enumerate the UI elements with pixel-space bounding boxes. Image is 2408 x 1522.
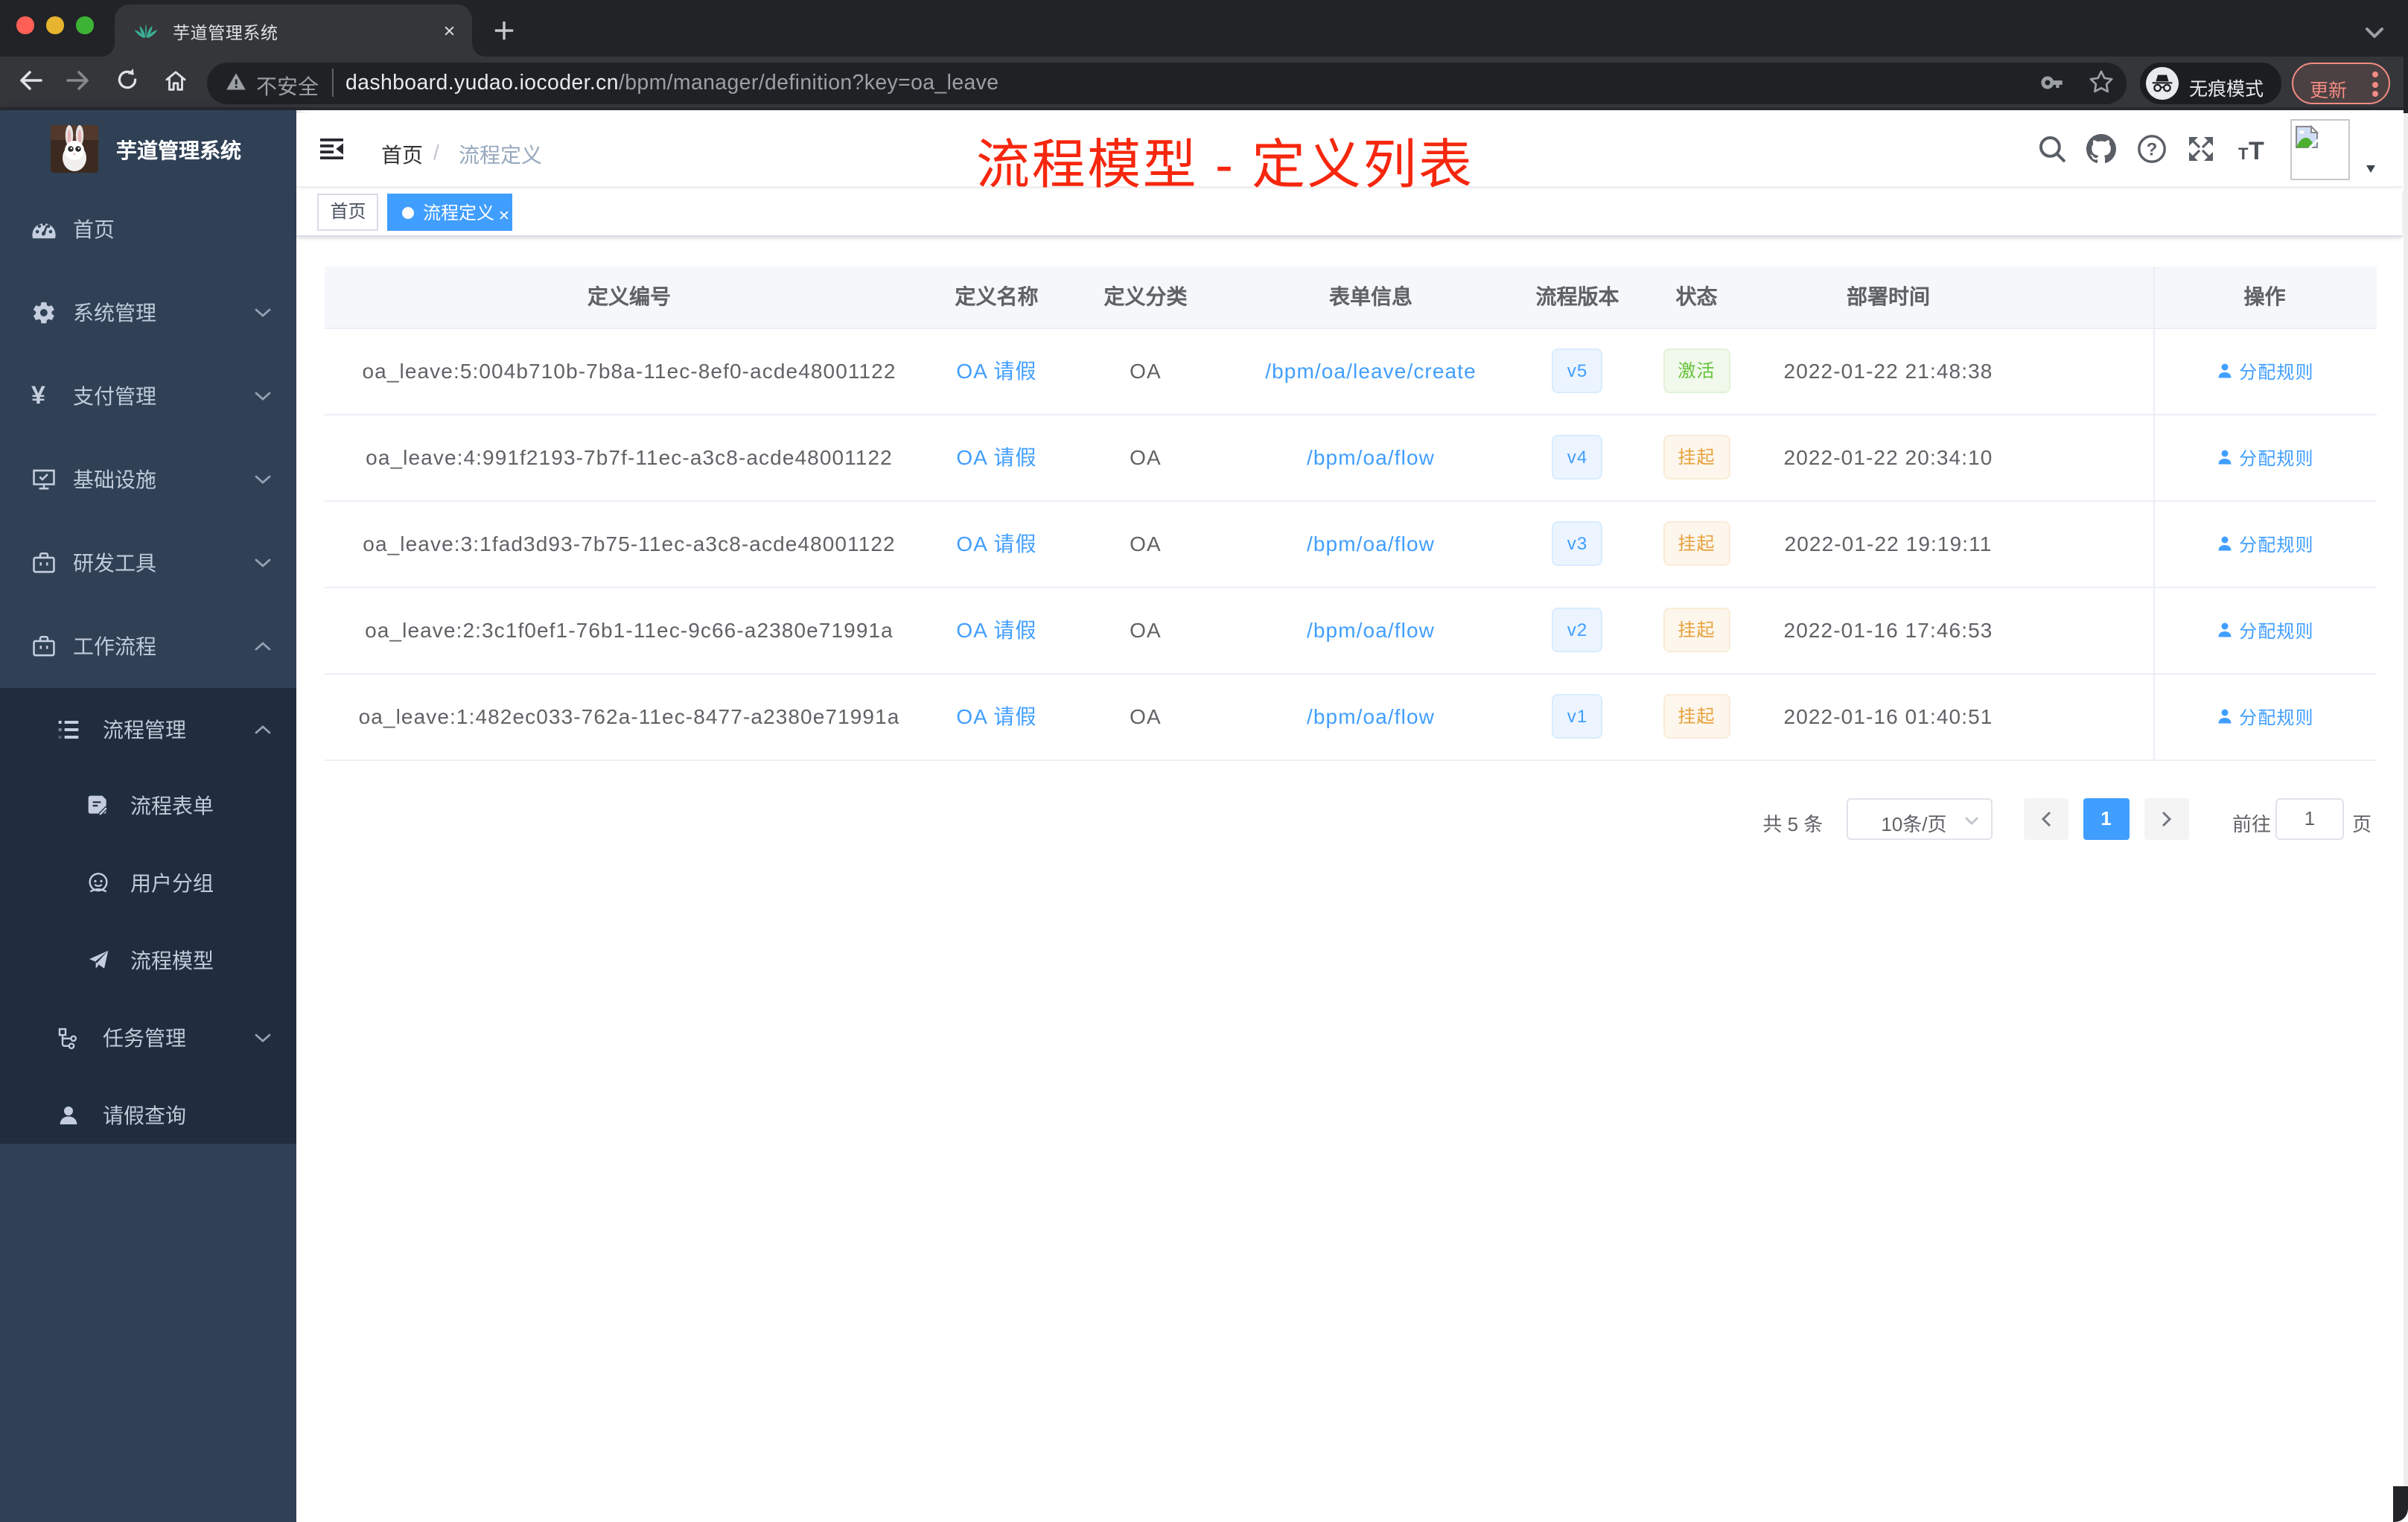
svg-text:T: T xyxy=(2238,144,2249,163)
svg-text:T: T xyxy=(2249,137,2264,164)
svg-text:?: ? xyxy=(2147,139,2158,159)
